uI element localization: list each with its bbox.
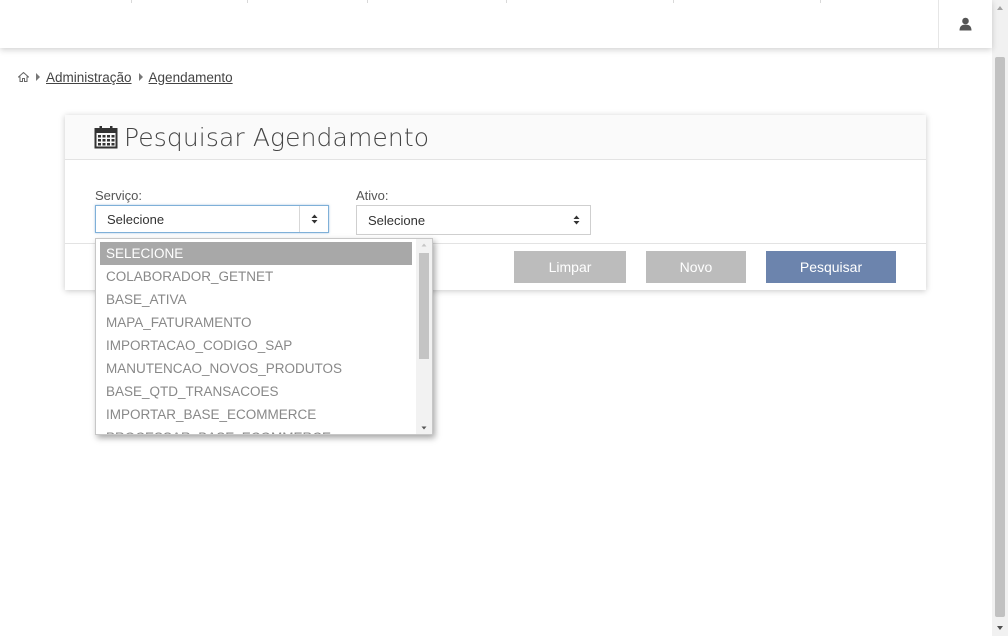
dropdown-option[interactable]: PROCESSAR_BASE_ECOMMERCE bbox=[100, 426, 412, 434]
scroll-down-arrow[interactable] bbox=[416, 422, 432, 434]
breadcrumb: Administração Agendamento bbox=[17, 68, 233, 86]
select-arrows-icon bbox=[299, 206, 328, 232]
novo-button[interactable]: Novo bbox=[646, 251, 746, 283]
scrollbar-thumb[interactable] bbox=[995, 57, 1005, 617]
calendar-icon bbox=[94, 126, 118, 149]
user-icon bbox=[959, 17, 972, 31]
nav-separator bbox=[506, 0, 507, 3]
nav-separator bbox=[367, 0, 368, 3]
breadcrumb-caret-icon bbox=[138, 73, 143, 81]
breadcrumb-link-administracao[interactable]: Administração bbox=[46, 70, 132, 85]
ativo-label: Ativo: bbox=[356, 188, 389, 203]
page-scrollbar[interactable] bbox=[992, 0, 1008, 636]
select-arrows-icon bbox=[562, 206, 590, 234]
dropdown-option[interactable]: IMPORTACAO_CODIGO_SAP bbox=[100, 334, 412, 357]
scroll-up-arrow[interactable] bbox=[416, 239, 432, 251]
dropdown-option[interactable]: COLABORADOR_GETNET bbox=[100, 265, 412, 288]
servico-select-value: Selecione bbox=[107, 211, 165, 227]
pesquisar-button[interactable]: Pesquisar bbox=[766, 251, 896, 283]
nav-separator bbox=[673, 0, 674, 3]
dropdown-scrollbar-thumb[interactable] bbox=[419, 253, 429, 359]
dropdown-option[interactable]: MANUTENCAO_NOVOS_PRODUTOS bbox=[100, 357, 412, 380]
servico-label: Serviço: bbox=[95, 188, 142, 203]
servico-dropdown-list[interactable]: SELECIONE COLABORADOR_GETNET BASE_ATIVA MAP… bbox=[95, 238, 433, 435]
dropdown-option[interactable]: MAPA_FATURAMENTO bbox=[100, 311, 412, 334]
ativo-select[interactable]: Selecione bbox=[356, 205, 591, 235]
dropdown-option[interactable]: BASE_ATIVA bbox=[100, 288, 412, 311]
nav-separator bbox=[247, 0, 248, 3]
nav-separator bbox=[131, 0, 132, 3]
nav-separator bbox=[820, 0, 821, 3]
limpar-button[interactable]: Limpar bbox=[514, 251, 626, 283]
ativo-select-value: Selecione bbox=[368, 212, 426, 228]
panel-header: Pesquisar Agendamento bbox=[65, 115, 926, 160]
page-title: Pesquisar Agendamento bbox=[124, 122, 430, 152]
dropdown-options: SELECIONE COLABORADOR_GETNET BASE_ATIVA MAP… bbox=[100, 242, 412, 434]
breadcrumb-caret-icon bbox=[36, 73, 40, 81]
dropdown-scrollbar[interactable] bbox=[416, 239, 432, 434]
top-navbar bbox=[0, 0, 992, 48]
dropdown-option[interactable]: SELECIONE bbox=[100, 242, 412, 265]
dropdown-option[interactable]: BASE_QTD_TRANSACOES bbox=[100, 380, 412, 403]
dropdown-option[interactable]: IMPORTAR_BASE_ECOMMERCE bbox=[100, 403, 412, 426]
user-menu-button[interactable] bbox=[938, 0, 992, 48]
servico-select[interactable]: Selecione bbox=[95, 205, 329, 233]
scroll-down-arrow[interactable] bbox=[992, 619, 1008, 636]
home-icon[interactable] bbox=[17, 70, 30, 85]
breadcrumb-link-agendamento[interactable]: Agendamento bbox=[149, 70, 233, 85]
scroll-up-arrow[interactable] bbox=[992, 0, 1008, 17]
